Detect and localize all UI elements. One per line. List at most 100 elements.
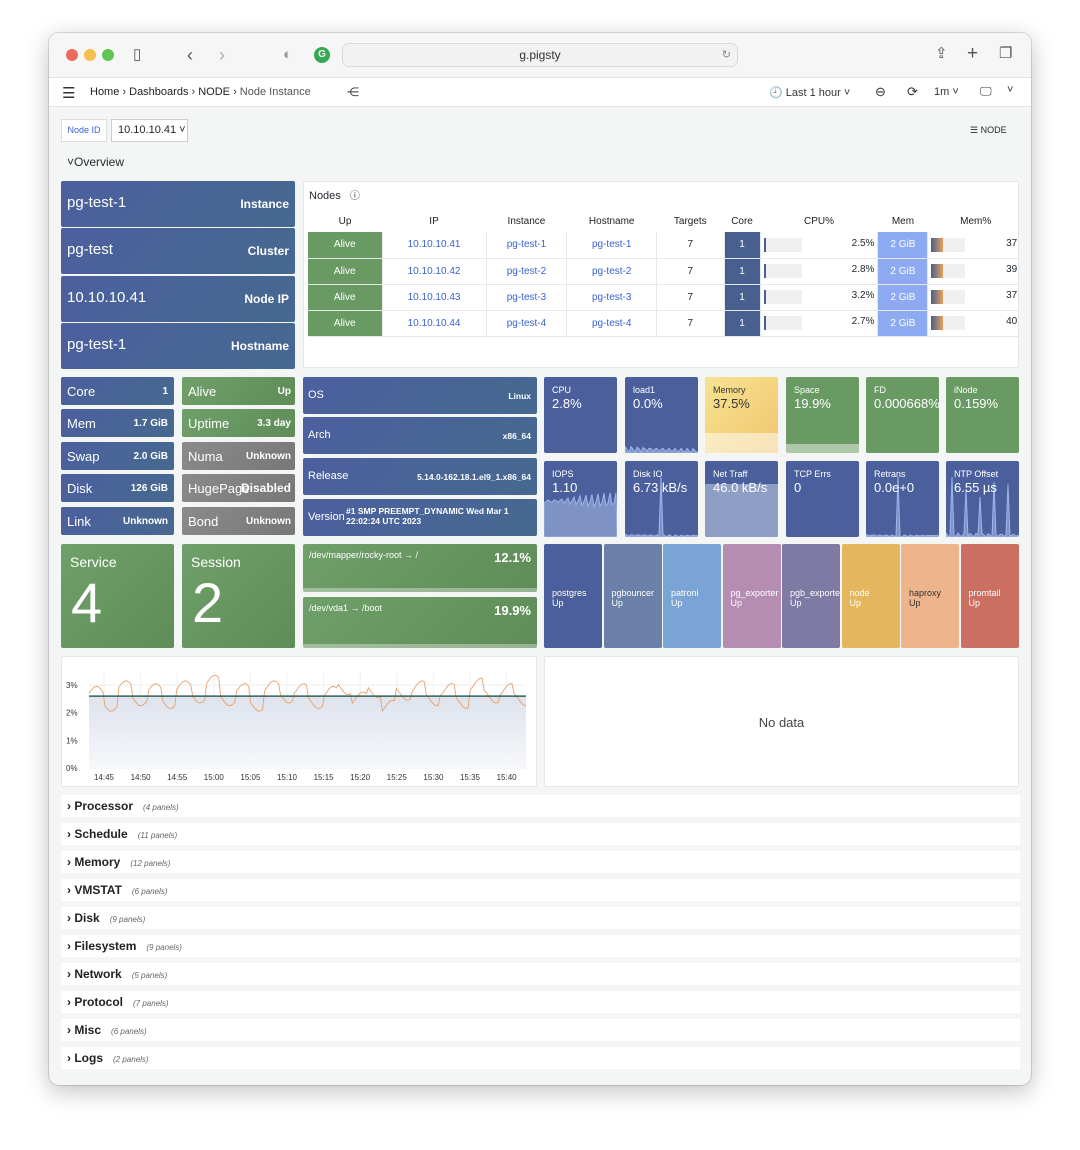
stat-panel-cluster: pg-test Cluster bbox=[61, 228, 295, 274]
row-schedule[interactable]: › Schedule (11 panels) bbox=[61, 823, 1020, 845]
close-window-button[interactable] bbox=[66, 49, 78, 61]
address-bar[interactable]: g.pigsty ↻ bbox=[342, 43, 738, 67]
service-name: postgres bbox=[552, 588, 587, 598]
service-name: node bbox=[849, 588, 870, 598]
table-cell[interactable]: 10.10.10.43 bbox=[382, 284, 487, 311]
shield-icon[interactable]: ◐ bbox=[283, 47, 292, 62]
tile-title: Memory bbox=[713, 385, 746, 395]
mem-bar bbox=[931, 264, 966, 278]
breadcrumb-item[interactable]: Dashboards bbox=[129, 86, 188, 98]
forward-icon[interactable]: › bbox=[219, 46, 225, 64]
service-tile-pgbouncer: pgbouncer Up bbox=[603, 544, 662, 648]
cpu-bar bbox=[763, 237, 802, 252]
service-tile-patroni: patroni Up bbox=[663, 544, 721, 648]
breadcrumb-item[interactable]: Node Instance bbox=[240, 86, 311, 98]
row-title: Disk bbox=[74, 911, 100, 925]
table-cell[interactable]: 10.10.10.42 bbox=[382, 258, 487, 285]
back-icon[interactable]: ‹ bbox=[187, 46, 193, 64]
table-cell[interactable]: pg-test-4 bbox=[486, 310, 568, 337]
share-icon[interactable]: ⇪ bbox=[935, 46, 948, 61]
row-processor[interactable]: › Processor (4 panels) bbox=[61, 795, 1020, 817]
breadcrumb-item[interactable]: NODE bbox=[198, 86, 230, 98]
column-header[interactable]: Core bbox=[724, 210, 760, 232]
row-memory[interactable]: › Memory (12 panels) bbox=[61, 851, 1020, 873]
area-fill bbox=[89, 696, 526, 768]
grammarly-icon[interactable]: G bbox=[314, 47, 330, 63]
tv-mode-icon[interactable]: 🖵 bbox=[980, 84, 992, 99]
tile-title: iNode bbox=[954, 385, 978, 395]
column-header[interactable]: Instance bbox=[486, 210, 567, 232]
table-cell: 37. bbox=[927, 284, 1019, 311]
stat-value: Unknown bbox=[123, 516, 168, 527]
tile-value: 0.159% bbox=[954, 396, 999, 411]
refresh-interval-label: 1m bbox=[934, 86, 950, 98]
counter-label: Service bbox=[70, 554, 117, 570]
row-network[interactable]: › Network (5 panels) bbox=[61, 963, 1020, 985]
column-header[interactable]: Hostname bbox=[567, 210, 657, 232]
table-cell[interactable]: pg-test-2 bbox=[566, 258, 658, 285]
stat-label: Swap bbox=[67, 449, 100, 464]
table-cell[interactable]: pg-test-3 bbox=[566, 284, 658, 311]
metric-tile-retrans: Retrans 0.0e+0 bbox=[866, 461, 939, 537]
reload-icon[interactable]: ↻ bbox=[722, 44, 731, 66]
row-vmstat[interactable]: › VMSTAT (6 panels) bbox=[61, 879, 1020, 901]
stat-value: #1 SMP PREEMPT_DYNAMIC Wed Mar 1 22:02:2… bbox=[346, 506, 509, 526]
minimize-window-button[interactable] bbox=[84, 49, 96, 61]
tile-value: 6.73 kB/s bbox=[633, 480, 688, 495]
service-status: Up bbox=[968, 598, 981, 608]
table-cell[interactable]: pg-test-2 bbox=[486, 258, 568, 285]
column-header[interactable]: Targets bbox=[657, 210, 724, 232]
refresh-icon[interactable]: ⟳ bbox=[907, 84, 918, 100]
zoom-window-button[interactable] bbox=[102, 49, 114, 61]
tile-value: 37.5% bbox=[713, 396, 750, 411]
metric-tile-net-traff: Net Traff 46.0 kB/s bbox=[705, 461, 778, 537]
tile-title: load1 bbox=[633, 385, 656, 395]
row-misc[interactable]: › Misc (6 panels) bbox=[61, 1019, 1020, 1041]
service-name: pgbouncer bbox=[611, 588, 655, 598]
metric-tile-space: Space 19.9% bbox=[786, 377, 859, 453]
cell-value: pg-test-4 bbox=[506, 317, 547, 329]
table-cell[interactable]: pg-test-1 bbox=[566, 232, 658, 259]
table-cell: 2.5% bbox=[760, 232, 879, 259]
table-cell[interactable]: 10.10.10.41 bbox=[382, 232, 487, 259]
row-disk[interactable]: › Disk (9 panels) bbox=[61, 907, 1020, 929]
share-dashboard-icon[interactable]: ⋲ bbox=[347, 85, 359, 99]
zoom-out-icon[interactable]: ⊖ bbox=[875, 84, 886, 100]
menu-icon[interactable]: ☰ bbox=[62, 84, 75, 102]
refresh-interval-picker[interactable]: 1m ˅ bbox=[934, 86, 959, 98]
node-dashboard-link[interactable]: ☰ NODE bbox=[970, 125, 1007, 136]
column-header[interactable]: IP bbox=[382, 210, 486, 232]
node-id-select[interactable]: 10.10.10.41 ˅ bbox=[111, 119, 188, 142]
overview-row-toggle[interactable]: ˅Overview bbox=[67, 155, 124, 169]
table-cell[interactable]: pg-test-4 bbox=[566, 310, 658, 337]
tile-title: TCP Errs bbox=[794, 469, 831, 479]
service-status: Up bbox=[730, 598, 743, 608]
table-cell[interactable]: 10.10.10.44 bbox=[382, 310, 487, 337]
tile-value: 19.9% bbox=[794, 396, 831, 411]
column-header[interactable]: Mem% bbox=[928, 210, 1018, 232]
new-tab-icon[interactable]: + bbox=[967, 44, 978, 63]
time-picker[interactable]: 🕘 Last 1 hour ˅ bbox=[769, 86, 850, 99]
breadcrumb: Home › Dashboards › NODE › Node Instance bbox=[90, 86, 311, 98]
cell-value: 37. bbox=[1006, 290, 1019, 301]
cell-value: 7 bbox=[687, 265, 694, 277]
counter-label: Session bbox=[191, 554, 241, 570]
tabs-overview-icon[interactable]: ❐ bbox=[999, 46, 1012, 61]
breadcrumb-item[interactable]: Home bbox=[90, 86, 119, 98]
row-protocol[interactable]: › Protocol (7 panels) bbox=[61, 991, 1020, 1013]
sidebar-toggle-icon[interactable]: ▯ bbox=[133, 47, 141, 62]
column-header[interactable]: Mem bbox=[878, 210, 928, 232]
chevron-down-icon[interactable]: ˅ bbox=[1007, 84, 1013, 96]
column-header[interactable]: Up bbox=[308, 210, 382, 232]
row-logs[interactable]: › Logs (2 panels) bbox=[61, 1047, 1020, 1069]
column-header[interactable]: CPU% bbox=[760, 210, 878, 232]
table-cell[interactable]: pg-test-1 bbox=[486, 232, 568, 259]
info-icon[interactable]: ⓘ bbox=[350, 191, 360, 202]
table-cell: 2 GiB bbox=[877, 258, 929, 285]
row-filesystem[interactable]: › Filesystem (9 panels) bbox=[61, 935, 1020, 957]
table-cell: 40. bbox=[927, 310, 1018, 337]
row-title: VMSTAT bbox=[74, 883, 122, 897]
table-cell[interactable]: pg-test-3 bbox=[486, 284, 568, 311]
counter-value: 2 bbox=[192, 571, 224, 634]
grafana-navbar: ☰ Home › Dashboards › NODE › Node Instan… bbox=[49, 78, 1031, 107]
